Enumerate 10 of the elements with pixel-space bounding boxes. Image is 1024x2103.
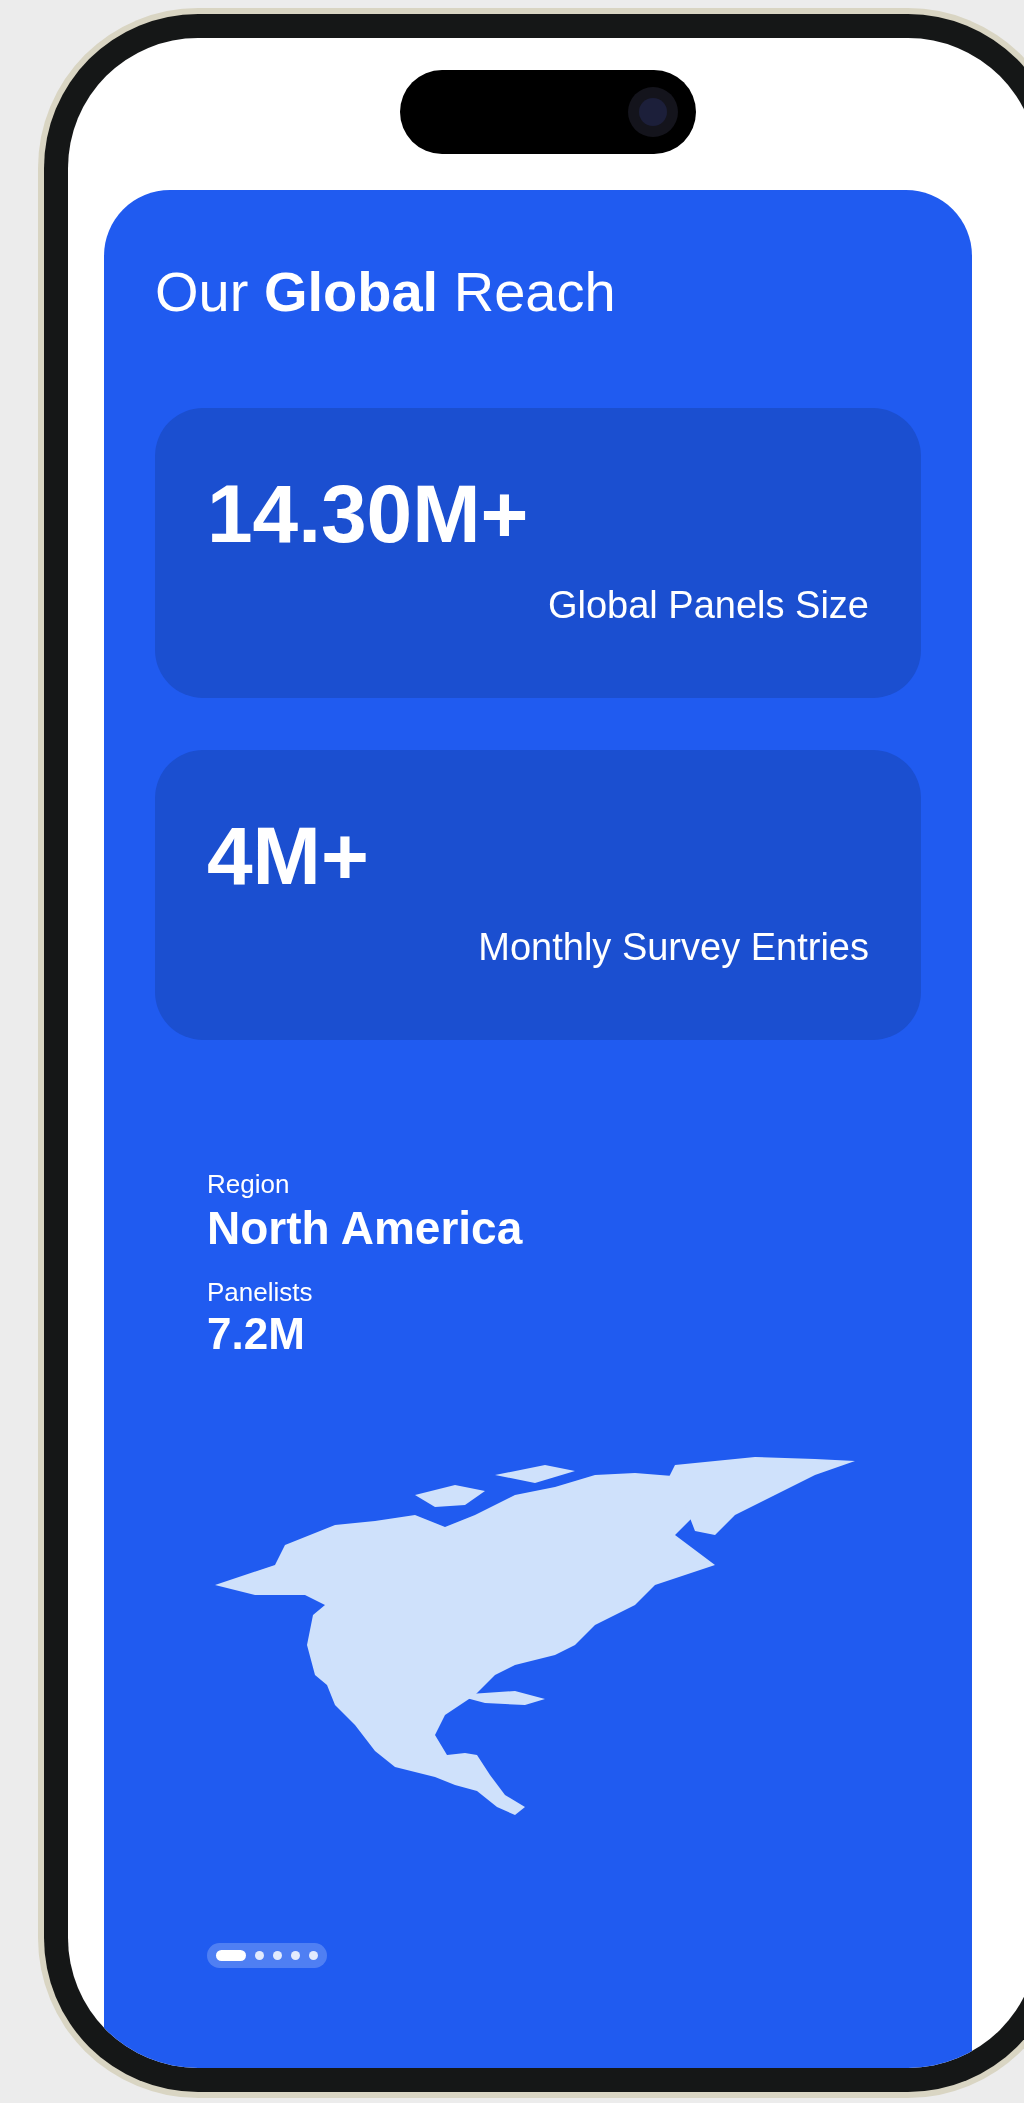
section-heading: Our Global Reach (155, 260, 617, 324)
region-name: North America (207, 1201, 523, 1256)
stat-label: Global Panels Size (547, 583, 869, 628)
camera-icon (628, 87, 678, 137)
stat-value: 14.30M+ (207, 467, 529, 561)
panelists-value: 7.2M (207, 1308, 305, 1360)
region-label: Region (207, 1168, 290, 1200)
stat-label: Monthly Survey Entries (478, 925, 869, 970)
panelists-label: Panelists (207, 1276, 313, 1308)
stat-value: 4M+ (207, 809, 369, 903)
